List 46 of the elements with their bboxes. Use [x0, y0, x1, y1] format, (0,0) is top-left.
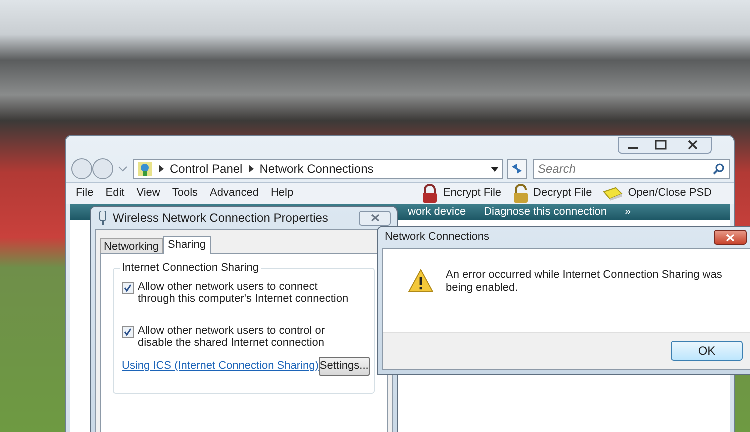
menu-item[interactable]: View — [136, 185, 160, 202]
search-icon — [713, 163, 725, 175]
command-item[interactable]: Diagnose this connection — [484, 204, 607, 220]
open-padlock-icon — [512, 184, 530, 204]
menu-item[interactable]: Tools — [172, 185, 198, 202]
close-icon — [726, 234, 735, 242]
checkbox[interactable] — [122, 326, 134, 338]
breadcrumb-arrow-icon — [159, 165, 164, 173]
tab[interactable]: Networking — [100, 238, 164, 253]
control-panel-icon — [137, 161, 153, 177]
menu-item[interactable]: Edit — [106, 185, 125, 202]
checkbox[interactable] — [122, 282, 134, 294]
checkmark-icon — [124, 328, 132, 336]
menu-item[interactable]: Help — [270, 185, 294, 202]
search-field[interactable]: Search — [533, 159, 730, 179]
toolbar-button[interactable]: Decrypt File — [512, 184, 592, 204]
toolbar-button[interactable]: Encrypt File — [421, 184, 502, 204]
dialog-title: Network Connections — [385, 230, 490, 246]
refresh-icon[interactable] — [507, 159, 527, 179]
dropdown-arrow-icon[interactable] — [491, 166, 499, 172]
warning-icon — [408, 269, 434, 293]
breadcrumb[interactable]: Control Panel — [170, 160, 243, 178]
breadcrumb[interactable]: Network Connections — [260, 160, 374, 178]
group-title: Internet Connection Sharing — [120, 262, 261, 274]
ok-button[interactable]: OK — [671, 341, 743, 361]
checkbox-label: Allow other network users to control or disable the shared Internet connection — [138, 325, 326, 349]
settings-button[interactable]: Settings... — [318, 357, 370, 376]
close-button[interactable] — [714, 230, 747, 245]
tab[interactable]: Sharing — [163, 236, 211, 254]
breadcrumb-arrow-icon — [248, 165, 254, 173]
network-adapter-icon — [98, 211, 108, 225]
close-icon — [370, 214, 380, 222]
drive-icon — [602, 186, 624, 202]
help-link[interactable]: Using ICS (Internet Connection Sharing) — [122, 358, 319, 375]
command-item[interactable]: work device — [408, 204, 466, 220]
menu-item[interactable]: File — [76, 185, 94, 202]
address-bar[interactable]: Control Panel Network Connections — [133, 159, 503, 179]
dialog-title: Wireless Network Connection Properties — [113, 210, 328, 227]
checkbox-label: Allow other network users to connect through this computer's Internet connection — [138, 281, 350, 305]
command-item[interactable]: » — [625, 204, 632, 220]
checkmark-icon — [124, 284, 132, 292]
padlock-icon — [421, 184, 440, 204]
menu-item[interactable]: Advanced — [210, 185, 259, 202]
error-message: An error occurred while Internet Connection Sharing was being enabled. — [446, 269, 724, 296]
toolbar-button[interactable]: Open/Close PSD — [602, 184, 712, 204]
search-input[interactable]: Search — [538, 160, 713, 178]
